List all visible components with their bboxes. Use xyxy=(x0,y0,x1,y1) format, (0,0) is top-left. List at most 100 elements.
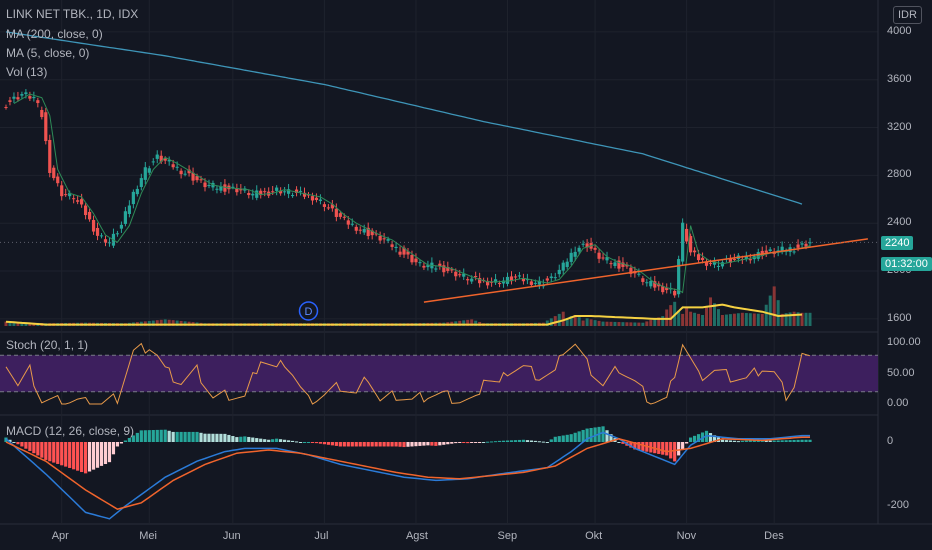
candle-body xyxy=(422,265,426,268)
candle-body xyxy=(529,281,533,285)
volume-bar xyxy=(549,318,553,326)
stoch-label[interactable]: Stoch (20, 1, 1) xyxy=(6,338,88,352)
candle-body xyxy=(334,208,338,217)
macd-histogram-bar xyxy=(553,436,557,442)
candle-body xyxy=(207,185,211,187)
macd-histogram-bar xyxy=(422,442,426,446)
price-tick-label: 4000 xyxy=(887,24,912,37)
candle-body xyxy=(573,251,577,257)
candle-body xyxy=(322,204,327,207)
candle-body xyxy=(314,197,319,200)
candle-body xyxy=(497,283,502,285)
macd-histogram-bar xyxy=(780,440,784,442)
candle-body xyxy=(346,220,350,225)
candle-body xyxy=(609,263,613,265)
volume-bar xyxy=(629,322,633,326)
macd-histogram-bar xyxy=(227,434,231,442)
macd-histogram-bar xyxy=(402,442,406,448)
macd-histogram-bar xyxy=(24,442,28,449)
candle-body xyxy=(80,199,84,205)
macd-histogram-bar xyxy=(533,440,537,442)
macd-histogram-bar xyxy=(493,441,498,443)
macd-histogram-bar xyxy=(509,440,514,442)
volume-bar xyxy=(641,322,645,326)
macd-histogram-bar xyxy=(466,442,470,444)
legend-ma5[interactable]: MA (5, close, 0) xyxy=(6,46,89,60)
candle-body xyxy=(716,265,721,267)
macd-histogram-bar xyxy=(16,442,20,445)
macd-histogram-bar xyxy=(187,431,191,442)
volume-bar xyxy=(760,313,764,326)
candle-body xyxy=(597,252,601,259)
candle-body xyxy=(16,97,20,100)
volume-bar xyxy=(589,319,593,326)
macd-histogram-bar xyxy=(231,436,235,442)
candle-body xyxy=(513,276,518,278)
volume-bar xyxy=(617,322,621,326)
macd-histogram-bar xyxy=(728,440,733,442)
volume-bar xyxy=(748,313,752,326)
volume-bar xyxy=(585,318,589,326)
candle-body xyxy=(76,200,80,202)
volume-bar xyxy=(792,311,796,326)
candle-body xyxy=(8,100,12,102)
macd-histogram-bar xyxy=(438,442,442,446)
chart-root: D LINK NET TBK., 1D, IDX MA (200, close,… xyxy=(0,0,932,550)
candle-body xyxy=(673,290,677,296)
volume-bar xyxy=(776,300,780,326)
macd-histogram-bar xyxy=(565,434,569,442)
candle-body xyxy=(800,243,804,245)
candle-body xyxy=(577,247,581,252)
candle-body xyxy=(195,176,199,181)
candle-body xyxy=(72,198,76,200)
macd-histogram-bar xyxy=(119,442,124,444)
candle-body xyxy=(298,190,303,192)
candle-body xyxy=(255,190,259,198)
macd-histogram-bar xyxy=(91,442,96,470)
time-tick-label: Okt xyxy=(585,530,603,542)
macd-histogram-bar xyxy=(521,439,526,442)
volume-bar xyxy=(605,321,609,326)
time-tick-label: Sep xyxy=(497,530,518,542)
macd-histogram-bar xyxy=(430,442,434,446)
macd-histogram-bar xyxy=(298,442,303,443)
macd-histogram-bar xyxy=(792,439,796,442)
candle-body xyxy=(251,193,255,196)
macd-histogram-bar xyxy=(294,441,299,443)
macd-histogram-bar xyxy=(334,442,338,446)
macd-histogram-bar xyxy=(418,442,422,446)
legend-ma200[interactable]: MA (200, close, 0) xyxy=(6,27,103,41)
macd-histogram-bar xyxy=(462,442,466,443)
currency-badge[interactable]: IDR xyxy=(893,6,922,24)
volume-bar xyxy=(577,317,581,326)
macd-histogram-bar xyxy=(48,442,52,462)
macd-histogram-bar xyxy=(207,433,211,442)
candle-body xyxy=(601,257,605,259)
macd-histogram-bar xyxy=(235,437,239,442)
candle-body xyxy=(40,109,44,118)
candle-body xyxy=(290,195,295,197)
macd-histogram-bar xyxy=(557,436,561,442)
volume-bar xyxy=(756,313,760,326)
macd-histogram-bar xyxy=(239,436,243,442)
candle-body xyxy=(143,167,147,180)
macd-histogram-bar xyxy=(617,442,621,443)
volume-bar xyxy=(736,313,740,326)
macd-histogram-bar xyxy=(20,442,24,447)
legend-vol[interactable]: Vol (13) xyxy=(6,65,47,79)
candle-body xyxy=(338,213,342,217)
candle-body xyxy=(215,188,219,190)
macd-histogram-bar xyxy=(44,442,48,460)
time-tick-label: Jun xyxy=(222,530,241,542)
macd-label[interactable]: MACD (12, 26, close, 9) xyxy=(6,424,134,438)
macd-tick-label: 0 xyxy=(887,435,894,447)
macd-histogram-bar xyxy=(191,431,195,442)
candle-body xyxy=(87,211,92,220)
macd-histogram-bar xyxy=(32,442,36,454)
macd-histogram-bar xyxy=(577,431,581,442)
volume-bar xyxy=(625,322,629,326)
volume-bar xyxy=(689,311,693,326)
chart-canvas[interactable]: D xyxy=(0,0,932,550)
volume-bar xyxy=(661,316,665,326)
symbol-title[interactable]: LINK NET TBK., 1D, IDX xyxy=(6,7,138,21)
